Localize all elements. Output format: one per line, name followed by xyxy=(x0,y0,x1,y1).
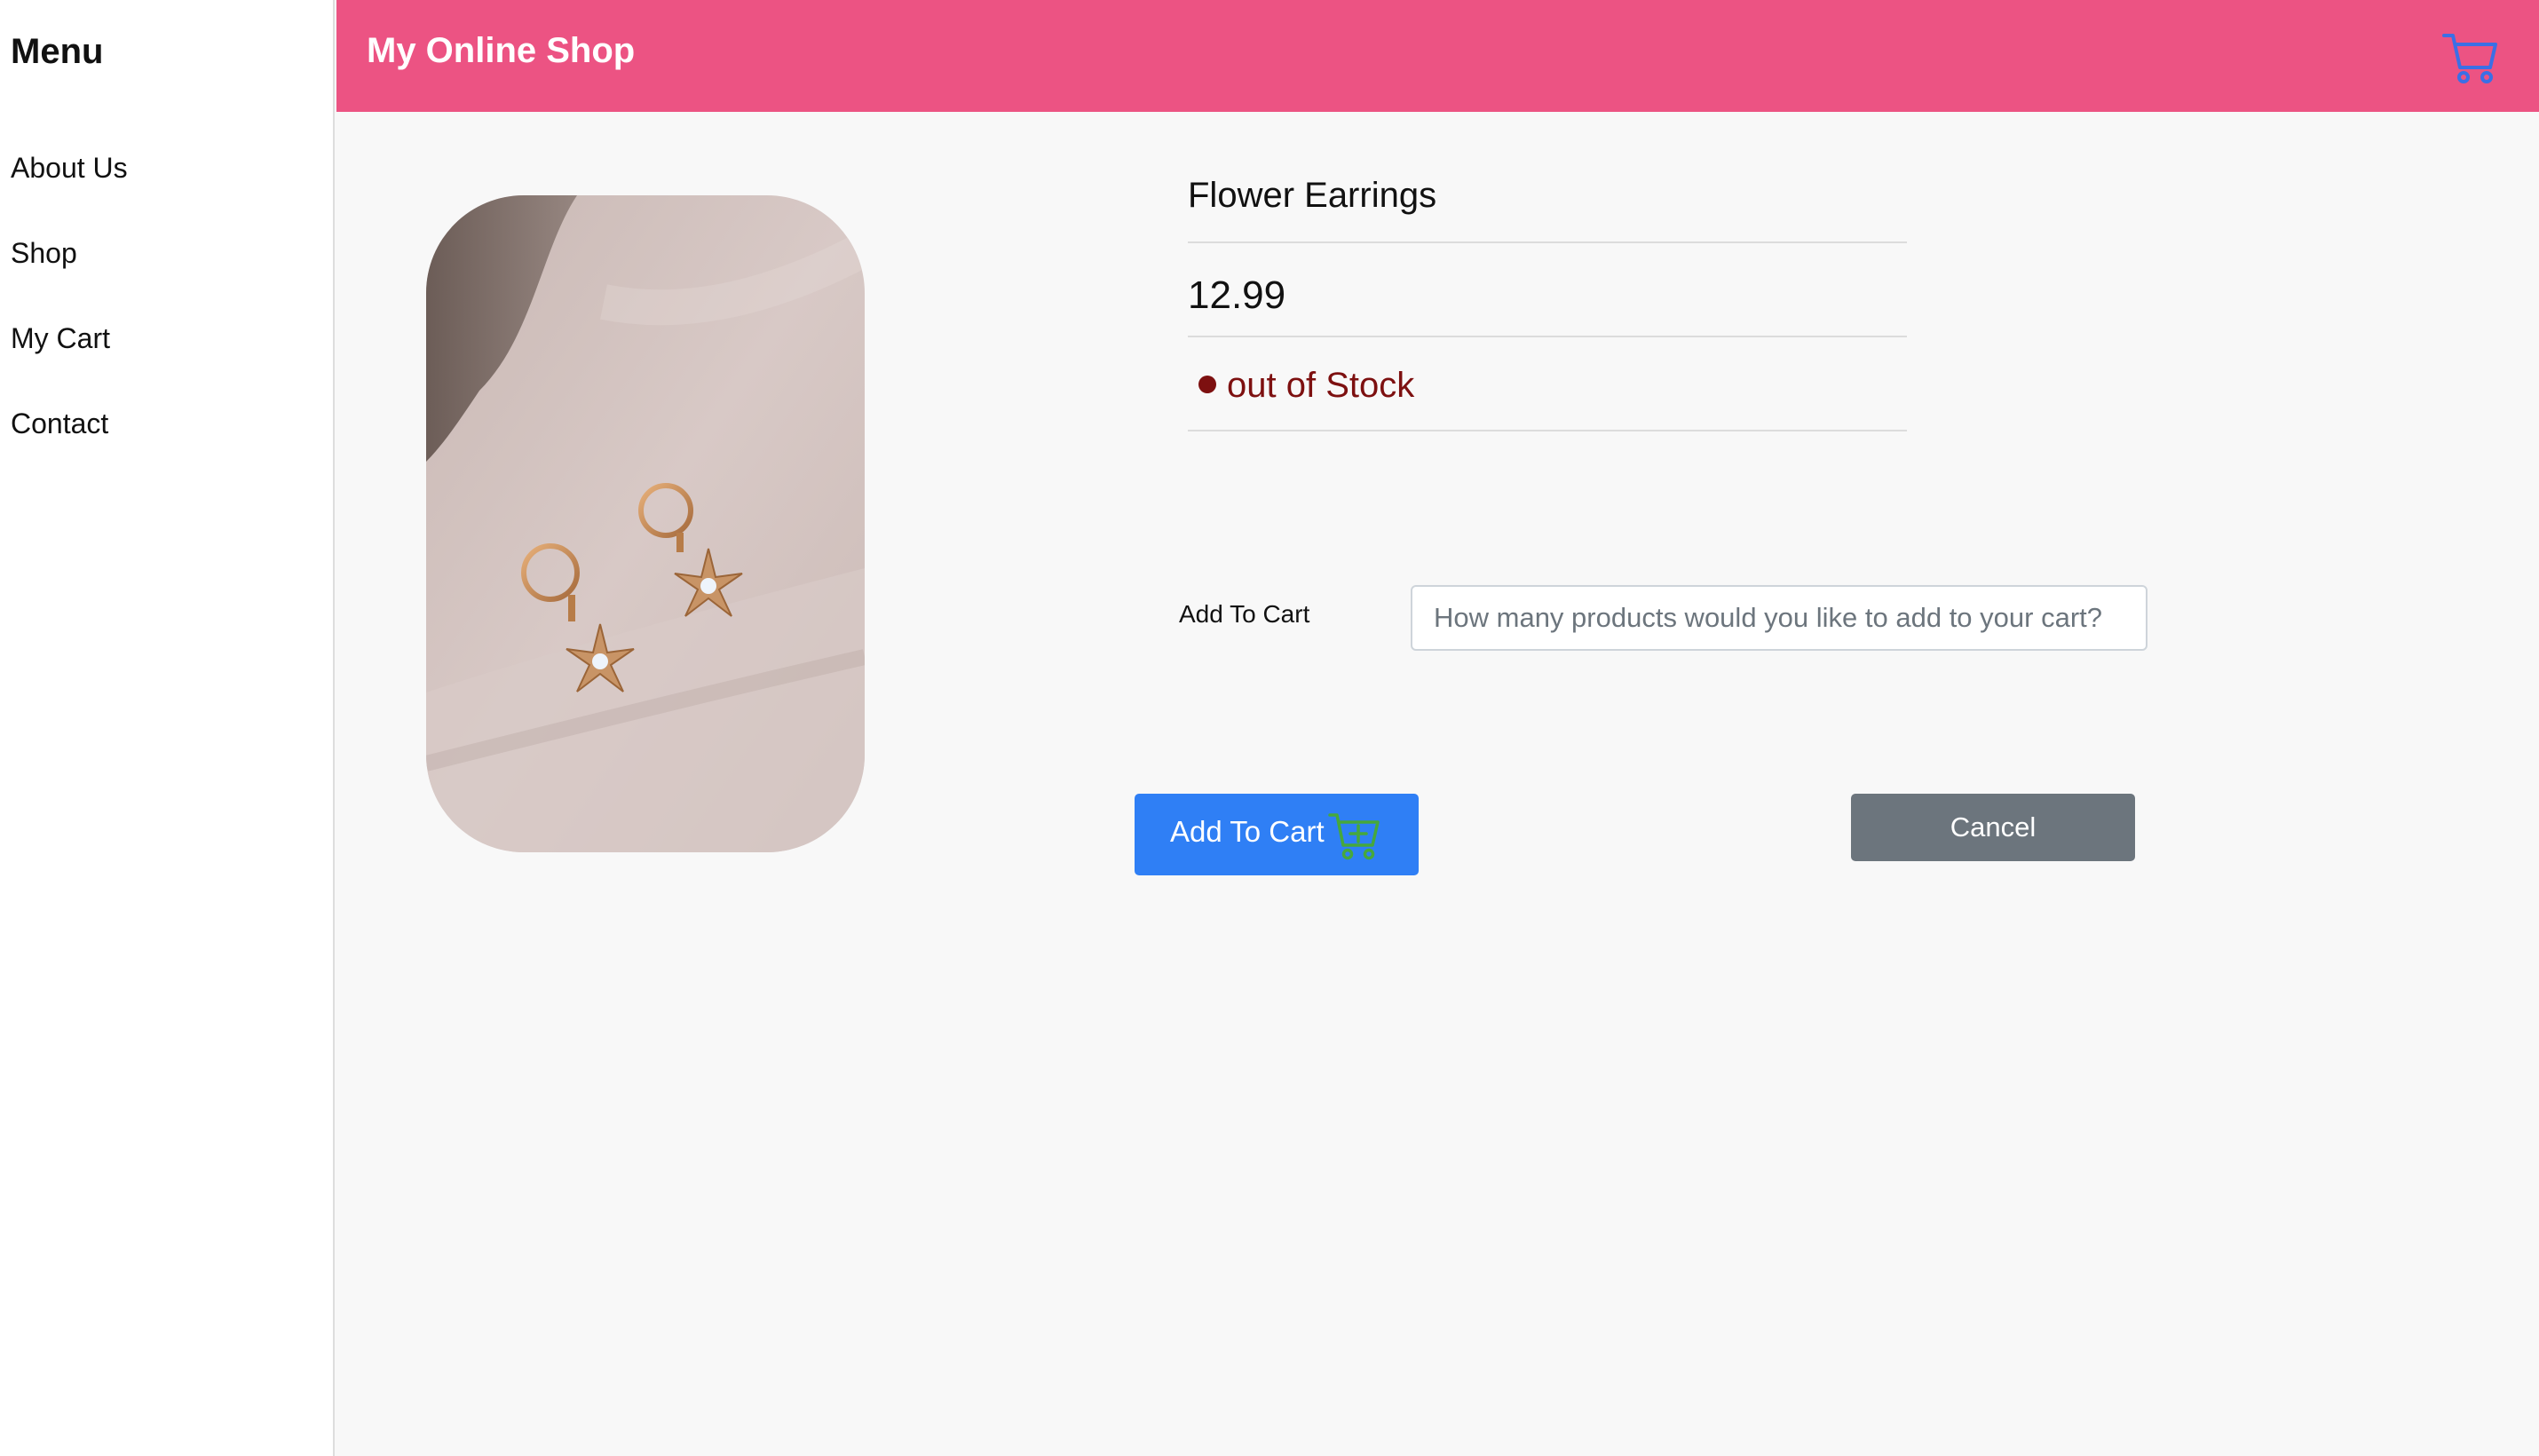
cart-plus-icon xyxy=(1328,813,1380,860)
add-to-cart-label: Add To Cart xyxy=(1170,815,1325,848)
status-dot-icon xyxy=(1198,376,1216,393)
cancel-button[interactable]: Cancel xyxy=(1851,794,2135,861)
quantity-input[interactable] xyxy=(1411,585,2147,651)
stock-status: out of Stock xyxy=(1188,337,1907,431)
product-image xyxy=(426,195,865,852)
product-details: Flower Earrings 12.99 out of Stock xyxy=(1188,158,1907,431)
sidebar-item-about-us[interactable]: About Us xyxy=(11,147,128,233)
add-to-cart-button[interactable]: Add To Cart xyxy=(1135,794,1419,875)
shop-title: My Online Shop xyxy=(367,31,636,70)
sidebar-item-shop[interactable]: Shop xyxy=(11,233,128,318)
top-bar: My Online Shop xyxy=(336,0,2539,112)
sidebar: Menu About Us Shop My Cart Contact xyxy=(0,0,335,1456)
shopping-cart-icon[interactable] xyxy=(2441,28,2500,87)
stock-status-text: out of Stock xyxy=(1227,366,1415,405)
earrings-photo xyxy=(426,195,865,852)
quantity-label: Add To Cart xyxy=(1179,600,1310,628)
sidebar-item-contact[interactable]: Contact xyxy=(11,403,128,488)
menu-title: Menu xyxy=(11,32,104,71)
sidebar-item-my-cart[interactable]: My Cart xyxy=(11,318,128,403)
product-name: Flower Earrings xyxy=(1188,158,1907,243)
product-price: 12.99 xyxy=(1188,243,1907,337)
sidebar-nav: About Us Shop My Cart Contact xyxy=(11,147,128,488)
